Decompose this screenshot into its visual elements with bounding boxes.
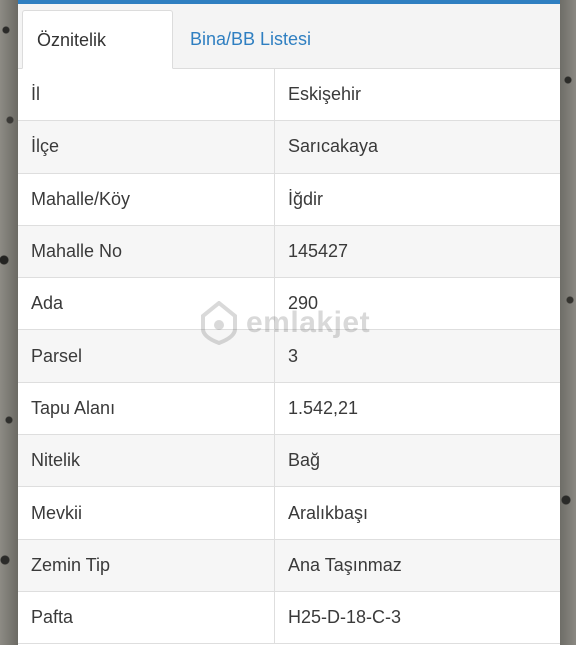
row-label: İlçe [18,121,275,173]
row-label: Zemin Tip [18,539,275,591]
row-value: H25-D-18-C-3 [288,607,402,628]
row-value: Sarıcakaya [288,136,379,157]
row-value: 145427 [288,241,349,262]
table-row: Parsel 3 [18,330,560,383]
table-row: İlçe Sarıcakaya [18,121,560,174]
row-label: Mahalle/Köy [18,173,275,225]
tab-bar: Öznitelik Bilgisi Bina/BB Listesi [18,4,560,108]
table-row: Mahalle No 145427 [18,225,560,279]
row-value: Ana Taşınmaz [288,554,402,575]
table-row: Zemin Tip Ana Taşınmaz [18,539,560,592]
row-label: Parsel [18,330,275,382]
table-row: Mevkii Aralıkbaşı [18,487,560,540]
table-row: Pafta H25-D-18-C-3 [18,591,560,645]
row-label: Mahalle No [18,225,275,278]
tab-attribute-info[interactable]: Öznitelik Bilgisi [22,10,173,108]
row-label: Pafta [18,591,275,644]
table-row: Nitelik Bağ [18,435,560,488]
row-value: Aralıkbaşı [288,502,369,523]
row-label: Mevkii [18,487,275,539]
tab-building-list[interactable]: Bina/BB Listesi [176,10,325,68]
table-row: İl Eskişehir [18,69,560,122]
attribute-table: İl Eskişehir İlçe Sarıcakaya Mahalle/Köy… [18,69,560,645]
row-label: İl [18,69,275,121]
row-label: Tapu Alanı [18,382,275,435]
row-label: Nitelik [18,435,275,487]
row-value: 1.542,21 [288,397,359,418]
row-value: Bağ [288,450,321,471]
row-value: 3 [288,345,299,366]
row-value: 290 [288,293,319,314]
table-row: Tapu Alanı 1.542,21 [18,382,560,436]
row-value: Eskişehir [288,84,362,105]
row-label: Ada [18,278,275,330]
row-value: İğdir [288,188,324,209]
table-row: Ada 290 [18,278,560,331]
info-panel: Öznitelik Bilgisi Bina/BB Listesi İl Esk… [18,4,560,645]
table-row: Mahalle/Köy İğdir [18,173,560,226]
